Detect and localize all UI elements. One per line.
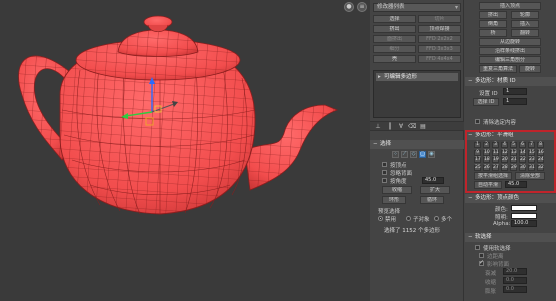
edge-distance-label: 边距离 [487,254,504,260]
by-vertex-checkbox[interactable] [382,162,387,167]
menu-icon[interactable]: ≡ [357,2,367,12]
clear-selection-checkbox[interactable] [475,119,480,124]
select-id-spinner[interactable]: 1 [503,98,527,105]
preview-multi-label: 多个 [441,217,453,223]
modifier-button-ffd3[interactable]: FFD 3x3x3 [418,45,461,53]
vertex-mode-icon[interactable]: ⁘ [392,151,399,158]
turn-button[interactable]: 旋转 [519,65,541,73]
set-id-spinner[interactable]: 1 [503,88,527,95]
modifier-button-subdivide[interactable]: 细分 [373,45,416,53]
viewport-corner-controls: ● ≡ [340,0,370,14]
set-id-label: 设置 ID [479,91,498,97]
show-end-result-icon[interactable]: ║ [386,123,394,131]
preview-subobject-radio[interactable] [406,216,411,221]
insert-vertex-button[interactable]: 插入顶点 [479,2,541,10]
falloff-spinner[interactable]: 20.0 [503,268,527,275]
polygon-mode-icon[interactable]: ▢ [419,151,426,158]
modifier-button-face-extrude[interactable]: 面挤出 [373,35,416,43]
illumination-label: 照明: [495,215,508,221]
stack-item-editable-poly[interactable]: 可编辑多边形 [376,73,458,81]
extrude-button[interactable]: 挤出 [479,11,507,19]
alpha-spinner[interactable]: 100.0 [511,220,537,227]
use-soft-selection-checkbox[interactable] [475,245,480,250]
color-label: 颜色: [495,207,508,213]
loop-button[interactable]: 循环 [420,196,444,204]
falloff-label: 衰减 [485,271,497,277]
soft-selection-rollout-header[interactable]: 软选择 [465,233,556,242]
illumination-swatch[interactable] [511,213,537,219]
highlight-frame [465,130,556,193]
configure-icon[interactable]: ▤ [419,123,427,131]
shrink-button[interactable]: 收缩 [382,186,412,194]
preview-disable-radio[interactable] [378,216,383,221]
by-angle-label: 按角度 [390,179,407,185]
by-angle-spinner[interactable]: 45.0 [422,177,444,184]
extrude-along-spline-button[interactable]: 沿样条线挤出 [479,47,541,55]
use-soft-selection-label: 使用软选择 [483,246,511,252]
inset-button[interactable]: 插入 [511,20,539,28]
modifier-button-ffd2[interactable]: FFD 2x2x2 [418,35,461,43]
stack-toolbar: ⊥ ║ ∀ ⌫ ▤ [370,121,464,131]
bubble-spinner[interactable]: 0.0 [503,286,527,293]
ring-button[interactable]: 环形 [382,196,406,204]
select-rollout-header[interactable]: 选择 [370,140,464,149]
pinch-label: 收缩 [485,280,497,286]
border-mode-icon[interactable]: ◇ [410,151,417,158]
select-id-button[interactable]: 选择 ID [473,98,499,106]
element-mode-icon[interactable]: ◉ [428,151,435,158]
preview-disable-label: 禁用 [385,217,397,223]
modifier-button-select[interactable]: 选择 [373,15,416,23]
modifier-button-ffd4[interactable]: FFD 4x4x4 [418,55,461,63]
edit-column: 插入顶点 挤出 轮廓 倒角 插入 桥 翻转 从边旋转 沿样条线挤出 编辑三角剖分… [465,0,556,301]
bevel-button[interactable]: 倒角 [479,20,507,28]
hinge-from-edge-button[interactable]: 从边旋转 [479,38,541,46]
preview-subobject-label: 子对象 [413,217,430,223]
vertex-colors-rollout-header[interactable]: 多边形：顶点颜色 [465,194,556,203]
modifier-column: 修改器列表 选择 切片 挤出 顶点焊接 面挤出 FFD 2x2x2 细分 FFD… [370,0,464,301]
modifier-button-shell[interactable]: 壳 [373,55,416,63]
selection-status: 选择了 1152 个多边形 [384,228,440,234]
affect-backfacing-label: 影响背面 [487,262,510,268]
flip-button[interactable]: 翻转 [511,29,539,37]
make-unique-icon[interactable]: ∀ [397,123,405,131]
grow-button[interactable]: 扩大 [420,186,450,194]
clear-selection-label: 清除选定内容 [483,120,517,126]
material-id-rollout-header[interactable]: 多边形：材质 ID [465,77,556,86]
preview-selection-label: 预览选择 [378,209,401,215]
affect-backfacing-checkbox[interactable] [479,259,484,266]
preview-multi-radio[interactable] [434,216,439,221]
viewport[interactable]: ● ≡ [0,0,370,301]
teapot-model[interactable] [0,0,370,301]
edit-triangulation-button[interactable]: 编辑三角剖分 [479,56,541,64]
modifier-stack[interactable]: 可编辑多边形 [373,70,461,118]
ignore-backfacing-checkbox[interactable] [382,170,387,175]
ignore-backfacing-label: 忽略背面 [390,171,413,177]
command-panel: 修改器列表 选择 切片 挤出 顶点焊接 面挤出 FFD 2x2x2 细分 FFD… [370,0,556,301]
retriangulate-button[interactable]: 重复三角算法 [479,65,517,73]
by-vertex-label: 按顶点 [390,163,407,169]
bubble-label: 膨胀 [485,289,497,295]
by-angle-checkbox[interactable] [382,178,387,183]
remove-modifier-icon[interactable]: ⌫ [408,123,416,131]
alpha-label: Alpha: [493,221,511,227]
modifier-list-dropdown[interactable]: 修改器列表 [373,3,461,12]
modifier-button-slice[interactable]: 切片 [418,15,461,23]
color-swatch[interactable] [511,205,537,211]
edge-distance-checkbox[interactable] [479,253,484,258]
modifier-button-vertex-weld[interactable]: 顶点焊接 [418,25,461,33]
bridge-button[interactable]: 桥 [479,29,507,37]
modifier-button-extrude[interactable]: 挤出 [373,25,416,33]
record-icon[interactable]: ● [344,2,354,12]
pin-icon[interactable]: ⊥ [374,123,382,131]
outline-button[interactable]: 轮廓 [511,11,539,19]
pinch-spinner[interactable]: 0.0 [503,277,527,284]
edge-mode-icon[interactable]: ⟋ [401,151,408,158]
